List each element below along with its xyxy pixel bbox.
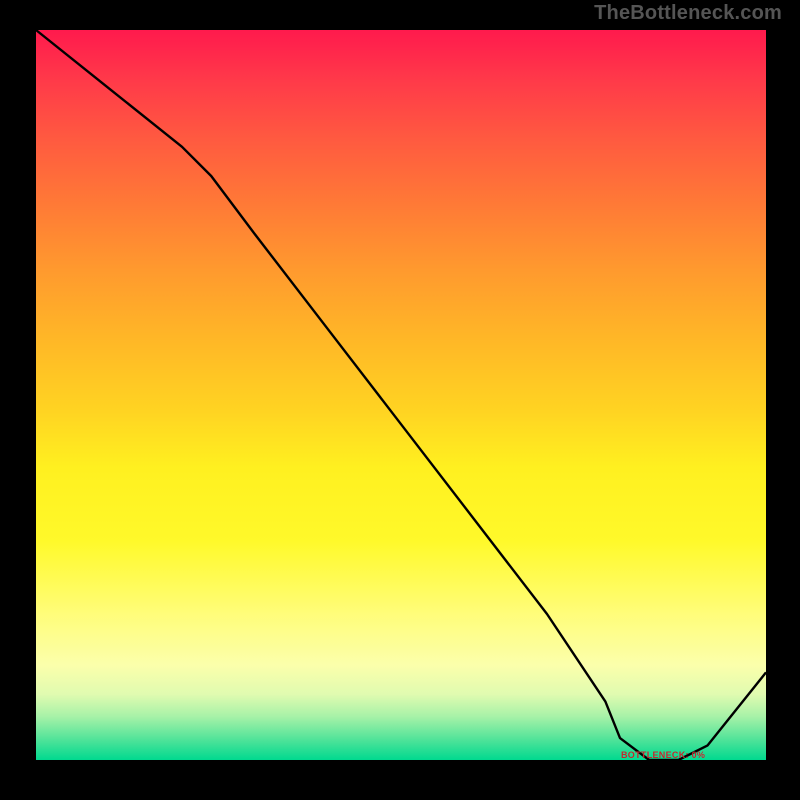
chart-container: TheBottleneck.com BOTTLENECK: 0% xyxy=(0,0,800,800)
plot-area: BOTTLENECK: 0% xyxy=(36,30,766,760)
bottleneck-line xyxy=(36,30,766,760)
watermark-text: TheBottleneck.com xyxy=(594,2,782,25)
bottleneck-zero-label: BOTTLENECK: 0% xyxy=(621,750,705,760)
